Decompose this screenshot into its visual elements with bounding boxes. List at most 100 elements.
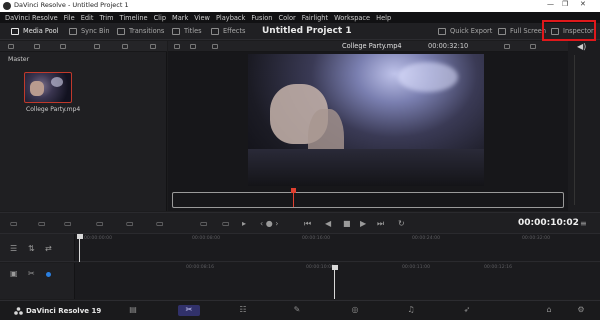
import-icon[interactable]: [34, 44, 40, 49]
ruler-tick: 00:00:00:00: [84, 236, 113, 241]
close-icon[interactable]: ✕: [580, 0, 586, 8]
scissor-icon[interactable]: ✂: [28, 269, 35, 278]
cut-page-icon[interactable]: ✂: [178, 305, 200, 316]
go-to-end-icon[interactable]: ⏭: [377, 219, 384, 229]
viewer-clip-name: College Party.mp4: [342, 42, 402, 50]
viewer-zoom-icon[interactable]: [212, 44, 218, 49]
menu-file[interactable]: File: [64, 14, 75, 22]
menu-fairlight[interactable]: Fairlight: [302, 14, 328, 22]
transport-timecode: 00:00:10:02: [518, 218, 579, 228]
viewer-timecode: 00:00:32:10: [428, 42, 469, 50]
layout-icon[interactable]: ▭: [10, 219, 18, 228]
menu-view[interactable]: View: [194, 14, 210, 22]
home-icon[interactable]: ⌂: [542, 305, 556, 316]
minimize-icon[interactable]: —: [547, 0, 554, 8]
timeline-playhead-lower[interactable]: [334, 269, 335, 299]
viewer-close-icon[interactable]: [530, 44, 536, 49]
ruler-tick: 00:00:16:00: [302, 236, 331, 241]
full-screen-label: Full Screen: [510, 27, 547, 35]
full-screen-button[interactable]: Full Screen: [498, 27, 546, 35]
more-options-icon[interactable]: [150, 44, 156, 49]
stage-light: [398, 62, 458, 92]
speaker-icon[interactable]: ◀): [577, 42, 586, 51]
timeline-playhead-head[interactable]: [77, 234, 83, 239]
go-to-start-icon[interactable]: ⏮: [304, 219, 311, 229]
insert-icon[interactable]: ▭: [38, 219, 46, 228]
timeline-playhead[interactable]: [79, 238, 80, 262]
fusion-page-icon[interactable]: ✎: [290, 305, 304, 316]
edit-page-icon[interactable]: ☷: [236, 305, 250, 316]
viewer-mode-icon[interactable]: [174, 44, 180, 49]
grid-view-icon[interactable]: [94, 44, 100, 49]
viewer-options-icon[interactable]: [504, 44, 510, 49]
prev-marker-icon[interactable]: ‹ ● ›: [260, 219, 278, 228]
viewer-panel: College Party.mp4 00:00:32:10: [168, 41, 568, 211]
sync-bin-button[interactable]: Sync Bin: [69, 27, 110, 35]
overwrite-icon[interactable]: ▭: [64, 219, 72, 228]
scrub-bar[interactable]: [172, 188, 564, 208]
app-icon: [3, 2, 11, 10]
viewer-header: College Party.mp4 00:00:32:10: [168, 41, 568, 52]
sync-bin-icon: [69, 27, 77, 35]
track-link-icon[interactable]: ⇄: [45, 244, 52, 253]
close-up-icon[interactable]: ▭: [126, 219, 134, 228]
reverse-icon[interactable]: ◀: [325, 219, 331, 228]
settings-gear-icon[interactable]: ⚙: [574, 305, 588, 316]
sort-icon[interactable]: [60, 44, 66, 49]
quick-export-icon: [438, 27, 446, 35]
media-pool-button[interactable]: Media Pool: [11, 27, 59, 35]
titles-button[interactable]: Titles: [172, 27, 202, 35]
menu-playback[interactable]: Playback: [216, 14, 245, 22]
append-icon[interactable]: ▭: [200, 219, 208, 228]
menu-color[interactable]: Color: [278, 14, 295, 22]
menu-help[interactable]: Help: [376, 14, 391, 22]
play-icon[interactable]: ▶: [360, 219, 366, 228]
menu-edit[interactable]: Edit: [81, 14, 94, 22]
page-bar: DaVinci Resolve 19 ▤ ✂ ☷ ✎ ◎ ♫ ➶ ⌂ ⚙: [0, 300, 600, 320]
track-header-upper: ☰ ⇅ ⇄: [0, 234, 75, 261]
timeline-lower: ▣ ✂ 00:00:08:16 00:00:10:00 00:00:11:00 …: [0, 263, 600, 299]
video-frame: [248, 54, 484, 186]
color-page-icon[interactable]: ◎: [348, 305, 362, 316]
effects-icon: [211, 27, 219, 35]
place-on-top-icon[interactable]: ▭: [156, 219, 164, 228]
maximize-icon[interactable]: ❐: [562, 0, 568, 8]
clip-thumbnail[interactable]: [24, 72, 72, 103]
thumbnail-light: [51, 77, 63, 87]
fairlight-page-icon[interactable]: ♫: [404, 305, 418, 316]
thumbnail-figure: [30, 81, 44, 96]
viewer-layout-icon[interactable]: [190, 44, 196, 49]
track-snap-icon[interactable]: ⇅: [28, 244, 35, 253]
marker-icon[interactable]: ▸: [242, 219, 246, 228]
media-page-icon[interactable]: ▤: [126, 305, 140, 316]
loop-icon[interactable]: ↻: [398, 219, 405, 228]
effects-button[interactable]: Effects: [211, 27, 245, 35]
options-icon[interactable]: ≡: [580, 219, 587, 228]
ruler-tick: 00:00:11:00: [402, 265, 431, 270]
search-icon[interactable]: [122, 44, 128, 49]
quick-export-button[interactable]: Quick Export: [438, 27, 492, 35]
track-tools-icon[interactable]: ☰: [10, 244, 17, 253]
bin-list-icon[interactable]: [8, 44, 14, 49]
timeline-playhead-head-lower[interactable]: [332, 265, 338, 270]
menu-mark[interactable]: Mark: [172, 14, 188, 22]
bin-master[interactable]: Master: [8, 56, 29, 63]
deliver-page-icon[interactable]: ➶: [460, 305, 474, 316]
menu-clip[interactable]: Clip: [154, 14, 166, 22]
stop-icon[interactable]: ■: [343, 219, 351, 228]
menu-fusion[interactable]: Fusion: [251, 14, 272, 22]
menu-timeline[interactable]: Timeline: [120, 14, 148, 22]
ripple-icon[interactable]: ▭: [96, 219, 104, 228]
menu-trim[interactable]: Trim: [99, 14, 113, 22]
title-bar: DaVinci Resolve - Untitled Project 1 — ❐…: [0, 0, 600, 12]
media-pool-tools: [0, 41, 167, 52]
camera-icon[interactable]: ▣: [10, 269, 18, 278]
menu-workspace[interactable]: Workspace: [334, 14, 370, 22]
transitions-button[interactable]: Transitions: [117, 27, 164, 35]
record-dot-icon[interactable]: [46, 272, 51, 277]
media-pool-panel: Master College Party.mp4: [0, 41, 167, 211]
source-overwrite-icon[interactable]: ▭: [222, 219, 230, 228]
menu-davinci-resolve[interactable]: DaVinci Resolve: [5, 14, 58, 22]
media-pool-label: Media Pool: [23, 27, 59, 35]
video-crowd: [248, 149, 484, 186]
